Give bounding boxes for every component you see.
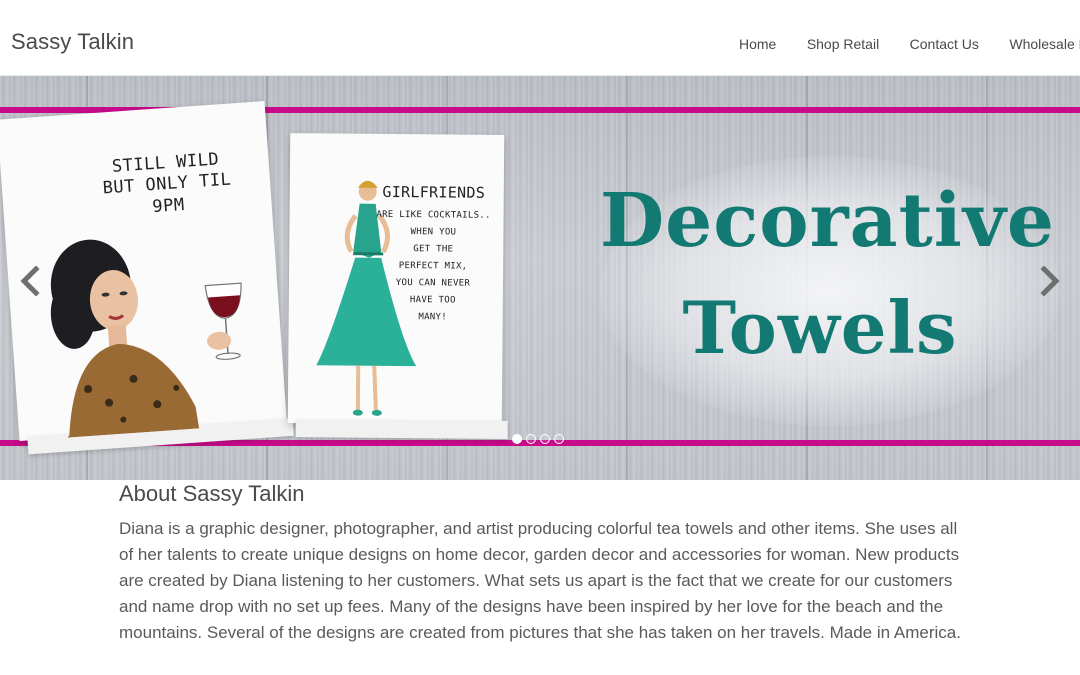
about-section: About Sassy Talkin Diana is a graphic de… bbox=[119, 481, 969, 646]
hero-slider: STILL WILD BUT ONLY TIL 9PM GIRLFRIENDS … bbox=[0, 76, 1080, 480]
towel-caption-girlfriends-body: ARE LIKE COCKTAILS.. WHEN YOU GET THE PE… bbox=[376, 209, 491, 323]
about-title: About Sassy Talkin bbox=[119, 481, 305, 506]
slider-dot-3[interactable] bbox=[540, 434, 550, 444]
about-body: Diana is a graphic designer, photographe… bbox=[119, 519, 961, 642]
slider-dot-1[interactable] bbox=[512, 434, 522, 444]
chevron-left-icon bbox=[20, 265, 40, 297]
main-nav: Home Shop Retail Contact Us Wholesale Lo… bbox=[739, 36, 1080, 54]
slider-next-button[interactable] bbox=[1038, 265, 1062, 297]
slide-headline-line2: Towels bbox=[682, 285, 958, 370]
site-header: Sassy Talkin Home Shop Retail Contact Us… bbox=[0, 0, 1080, 76]
towel-image-girlfriends: GIRLFRIENDS ARE LIKE COCKTAILS.. WHEN YO… bbox=[287, 133, 508, 439]
site-logo-link[interactable]: Sassy Talkin bbox=[11, 29, 134, 55]
slider-dot-2[interactable] bbox=[526, 434, 536, 444]
nav-wholesale-login[interactable]: Wholesale Log bbox=[1009, 36, 1080, 52]
nav-shop-retail[interactable]: Shop Retail bbox=[807, 36, 879, 52]
nav-contact-us[interactable]: Contact Us bbox=[910, 36, 979, 52]
slider-dot-4[interactable] bbox=[554, 434, 564, 444]
towel-image-still-wild: STILL WILD BUT ONLY TIL 9PM bbox=[0, 101, 294, 455]
towel-caption-girlfriends: GIRLFRIENDS ARE LIKE COCKTAILS.. WHEN YO… bbox=[367, 178, 500, 327]
slide-headline-line1: Decorative bbox=[600, 178, 1055, 264]
nav-home[interactable]: Home bbox=[739, 36, 776, 52]
towel-caption-still-wild: STILL WILD BUT ONLY TIL 9PM bbox=[102, 149, 232, 217]
chevron-right-icon bbox=[1040, 265, 1060, 297]
slider-prev-button[interactable] bbox=[18, 265, 42, 297]
slider-pagination bbox=[512, 434, 564, 444]
towel-caption-girlfriends-title: GIRLFRIENDS bbox=[382, 182, 486, 202]
